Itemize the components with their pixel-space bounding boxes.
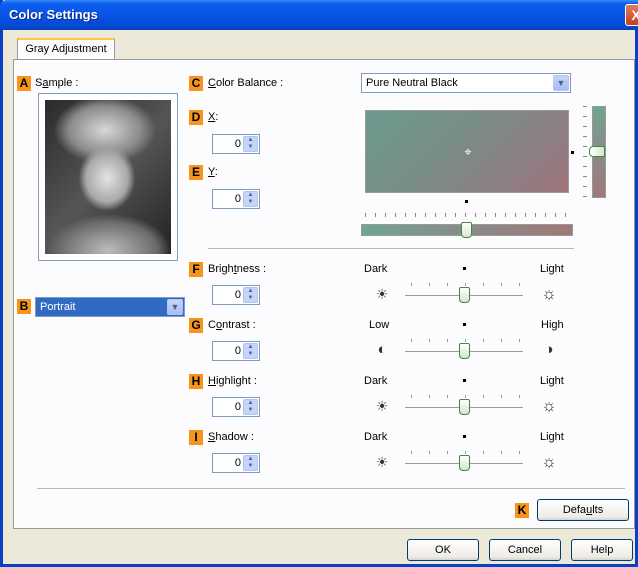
ok-button[interactable]: OK (407, 539, 479, 561)
crosshair-icon[interactable]: ⌖ (462, 145, 474, 158)
color-balance-select[interactable]: Pure Neutral Black ▼ (361, 73, 571, 93)
orientation-value: Portrait (40, 301, 76, 313)
vertical-scale (583, 106, 587, 198)
badge-d: D (189, 110, 203, 125)
brightness-label: Brightness : (208, 263, 267, 275)
close-button[interactable]: X (625, 4, 638, 26)
highlight-slider-thumb[interactable] (459, 399, 470, 415)
badge-i: I (189, 430, 203, 445)
shadow-ticks (411, 451, 521, 454)
contrast-ticks (411, 339, 521, 342)
tab-gray-adjustment[interactable]: Gray Adjustment (17, 38, 115, 60)
divider (208, 248, 574, 249)
horizontal-pointer (465, 200, 468, 203)
title-bar[interactable]: Color Settings X (0, 0, 638, 30)
x-value: 0 (234, 138, 241, 150)
brightness-right-label: Light (540, 263, 564, 275)
spin-arrows-icon[interactable]: ▲ ▼ (243, 287, 258, 303)
contrast-value: 0 (234, 345, 241, 357)
spin-arrows-icon[interactable]: ▲ ▼ (243, 399, 258, 415)
spin-arrows-icon[interactable]: ▲ ▼ (243, 455, 258, 471)
contrast-center-mark (463, 323, 466, 326)
spin-arrows-icon[interactable]: ▲ ▼ (243, 191, 258, 207)
highlight-center-mark (463, 379, 466, 382)
badge-a: A (17, 76, 31, 91)
contrast-slider-thumb[interactable] (459, 343, 470, 359)
shadow-center-mark (463, 435, 466, 438)
y-value: 0 (234, 193, 241, 205)
highlight-left-label: Dark (364, 375, 388, 387)
cancel-button[interactable]: Cancel (489, 539, 561, 561)
vertical-pointer (571, 151, 574, 154)
sun-small-icon: ☀ (375, 398, 389, 414)
highlight-right-label: Light (540, 375, 564, 387)
window-title: Color Settings (9, 7, 98, 22)
highlight-value: 0 (234, 401, 241, 413)
spin-arrows-icon[interactable]: ▲ ▼ (243, 136, 258, 152)
badge-c: C (189, 76, 203, 91)
badge-h: H (189, 374, 203, 389)
color-settings-dialog: Color Settings X Gray Adjustment A Sampl… (0, 0, 638, 567)
sample-label: Sample : (35, 77, 79, 89)
contrast-left-label: Low (369, 319, 390, 331)
shadow-right-label: Light (540, 431, 564, 443)
shadow-left-label: Dark (364, 431, 388, 443)
y-label: Y: (208, 166, 218, 178)
sun-large-icon: ☼ (541, 452, 557, 471)
shadow-value: 0 (234, 457, 241, 469)
x-stepper[interactable]: 0 ▲ ▼ (212, 134, 260, 154)
horizontal-slider-thumb[interactable] (461, 222, 472, 238)
divider (37, 488, 625, 489)
badge-f: F (189, 262, 203, 277)
tab-label: Gray Adjustment (25, 43, 107, 55)
brightness-slider-thumb[interactable] (459, 287, 470, 303)
contrast-label: Contrast : (208, 319, 256, 331)
badge-b: B (17, 299, 31, 314)
orientation-select[interactable]: Portrait ▼ (35, 297, 185, 317)
shadow-label: Shadow : (208, 431, 254, 443)
brightness-center-mark (463, 267, 466, 270)
vertical-slider-thumb[interactable] (589, 146, 605, 157)
chevron-down-icon[interactable]: ▼ (553, 75, 569, 91)
color-balance-label: Color Balance : (208, 77, 284, 89)
shadow-stepper[interactable]: 0 ▲ ▼ (212, 453, 260, 473)
sun-large-icon: ☼ (541, 284, 557, 303)
badge-g: G (189, 318, 203, 333)
help-button[interactable]: Help (571, 539, 633, 561)
color-balance-map[interactable]: ⌖ (365, 110, 569, 193)
brightness-left-label: Dark (364, 263, 388, 275)
brightness-ticks (411, 283, 521, 286)
sample-photo (45, 100, 171, 254)
sun-large-icon: ☼ (541, 396, 557, 415)
highlight-label: Highlight : (208, 375, 257, 387)
chevron-down-icon[interactable]: ▼ (167, 299, 183, 315)
spin-arrows-icon[interactable]: ▲ ▼ (243, 343, 258, 359)
sun-small-icon: ☀ (375, 286, 389, 302)
contrast-high-icon: ◑ (544, 341, 554, 358)
contrast-low-icon: ◐ (377, 341, 387, 358)
brightness-value: 0 (234, 289, 241, 301)
color-balance-value: Pure Neutral Black (366, 77, 458, 89)
brightness-stepper[interactable]: 0 ▲ ▼ (212, 285, 260, 305)
shadow-slider-thumb[interactable] (459, 455, 470, 471)
y-stepper[interactable]: 0 ▲ ▼ (212, 189, 260, 209)
close-icon: X (631, 7, 638, 23)
contrast-right-label: High (541, 319, 564, 331)
badge-e: E (189, 165, 203, 180)
sample-preview (38, 93, 178, 261)
sun-small-icon: ☀ (375, 454, 389, 470)
x-label: X: (208, 111, 219, 123)
horizontal-scale (365, 213, 571, 217)
highlight-ticks (411, 395, 521, 398)
defaults-button[interactable]: Defaults (537, 499, 629, 521)
highlight-stepper[interactable]: 0 ▲ ▼ (212, 397, 260, 417)
contrast-stepper[interactable]: 0 ▲ ▼ (212, 341, 260, 361)
badge-k: K (515, 503, 529, 518)
